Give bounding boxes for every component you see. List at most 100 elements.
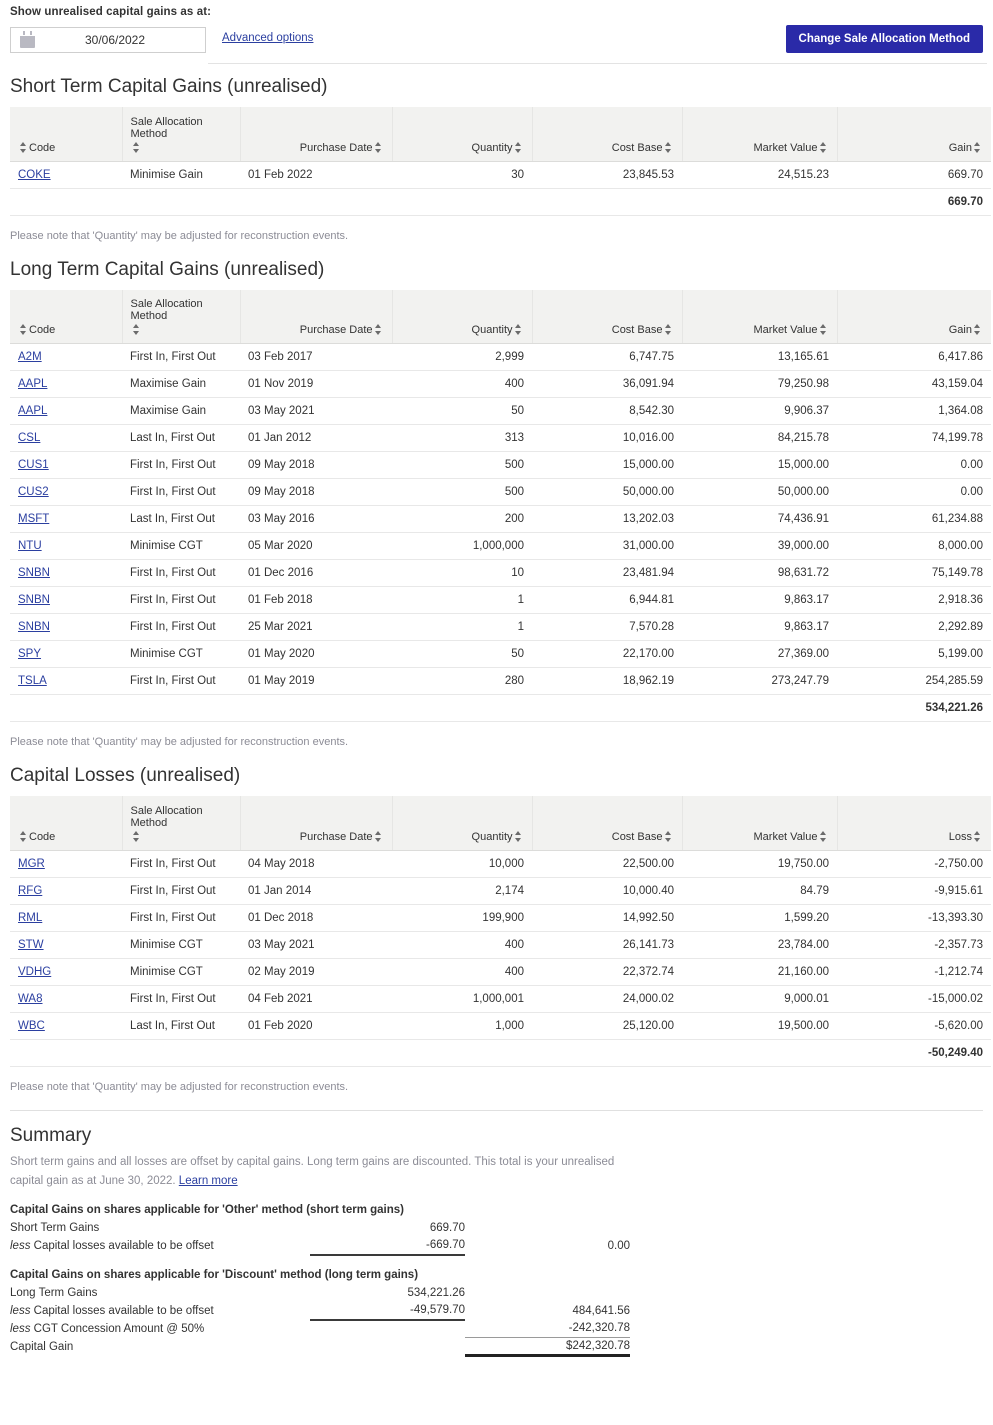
column-header-sale-allocation-method[interactable]: Sale Allocation Method — [122, 796, 240, 850]
code-link[interactable]: CSL — [18, 432, 40, 444]
column-header-cost-base[interactable]: Cost Base — [532, 796, 682, 850]
column-label-market-value: Market Value — [754, 142, 818, 154]
code-link[interactable]: CUS2 — [18, 486, 49, 498]
summary-row-value-1 — [310, 1320, 465, 1338]
column-label-code: Code — [29, 142, 55, 154]
code-link[interactable]: SPY — [18, 648, 41, 660]
cell-cost-base: 22,170.00 — [532, 641, 682, 668]
cell-method: First In, First Out — [122, 479, 240, 506]
code-link[interactable]: SNBN — [18, 567, 50, 579]
column-header-sale-allocation-method[interactable]: Sale Allocation Method — [122, 290, 240, 344]
cell-method: Last In, First Out — [122, 506, 240, 533]
code-link[interactable]: RML — [18, 912, 42, 924]
cell-market-value: 84.79 — [682, 877, 837, 904]
table-row: COKEMinimise Gain01 Feb 20223023,845.532… — [10, 161, 991, 188]
change-sale-allocation-method-button[interactable]: Change Sale Allocation Method — [786, 25, 983, 53]
summary-row-value-1: 669.70 — [310, 1219, 465, 1237]
column-header-purchase-date[interactable]: Purchase Date — [240, 290, 392, 344]
column-header-gain[interactable]: Gain — [837, 107, 991, 161]
code-link[interactable]: WA8 — [18, 993, 43, 1005]
table-row: SNBNFirst In, First Out25 Mar 202117,570… — [10, 614, 991, 641]
long-term-table-body: A2MFirst In, First Out03 Feb 20172,9996,… — [10, 344, 991, 722]
code-link[interactable]: VDHG — [18, 966, 51, 978]
sort-icon — [20, 142, 27, 153]
code-link[interactable]: RFG — [18, 885, 42, 897]
column-label-quantity: Quantity — [472, 142, 513, 154]
column-header-code[interactable]: Code — [10, 107, 122, 161]
code-link[interactable]: STW — [18, 939, 44, 951]
column-header-purchase-date[interactable]: Purchase Date — [240, 796, 392, 850]
cell-purchase-date: 02 May 2019 — [240, 958, 392, 985]
cell-cost-base: 26,141.73 — [532, 931, 682, 958]
column-header-market-value[interactable]: Market Value — [682, 290, 837, 344]
discount-method-table: Long Term Gains534,221.26less Capital lo… — [10, 1284, 630, 1358]
column-header-quantity[interactable]: Quantity — [392, 796, 532, 850]
cell-method: First In, First Out — [122, 452, 240, 479]
cell-market-value: 9,000.01 — [682, 985, 837, 1012]
cell-purchase-date: 01 Feb 2022 — [240, 161, 392, 188]
cell-code: WA8 — [10, 985, 122, 1012]
learn-more-link[interactable]: Learn more — [179, 1175, 238, 1187]
as-at-date-input[interactable]: 30/06/2022 — [10, 27, 206, 53]
cell-cost-base: 8,542.30 — [532, 398, 682, 425]
table-row: VDHGMinimise CGT02 May 201940022,372.742… — [10, 958, 991, 985]
topbar-divider — [208, 63, 987, 64]
cell-cost-base: 14,992.50 — [532, 904, 682, 931]
column-header-code[interactable]: Code — [10, 290, 122, 344]
cell-method: Maximise Gain — [122, 371, 240, 398]
cell-purchase-date: 03 Feb 2017 — [240, 344, 392, 371]
column-header-loss[interactable]: Loss — [837, 796, 991, 850]
cell-quantity: 400 — [392, 371, 532, 398]
cell-method: First In, First Out — [122, 587, 240, 614]
cell-quantity: 1,000,000 — [392, 533, 532, 560]
cell-code: SNBN — [10, 614, 122, 641]
code-link[interactable]: CUS1 — [18, 459, 49, 471]
cell-code: A2M — [10, 344, 122, 371]
summary-row-label: Long Term Gains — [10, 1284, 310, 1302]
code-link[interactable]: SNBN — [18, 621, 50, 633]
code-link[interactable]: NTU — [18, 540, 42, 552]
code-link[interactable]: A2M — [18, 351, 42, 363]
code-link[interactable]: AAPL — [18, 405, 47, 417]
code-link[interactable]: MSFT — [18, 513, 49, 525]
table-header-row: Code Sale Allocation Method Purchase Dat… — [10, 796, 991, 850]
summary-row-value-2 — [465, 1219, 630, 1237]
total-value: -50,249.40 — [837, 1039, 991, 1066]
column-header-market-value[interactable]: Market Value — [682, 796, 837, 850]
cell-market-value: 1,599.20 — [682, 904, 837, 931]
column-header-cost-base[interactable]: Cost Base — [532, 290, 682, 344]
code-link[interactable]: COKE — [18, 169, 51, 181]
column-header-sale-allocation-method[interactable]: Sale Allocation Method — [122, 107, 240, 161]
code-link[interactable]: TSLA — [18, 675, 47, 687]
advanced-options-link[interactable]: Advanced options — [222, 32, 313, 44]
top-control-bar: Show unrealised capital gains as at: 30/… — [6, 0, 987, 68]
column-header-gain[interactable]: Gain — [837, 290, 991, 344]
cell-market-value: 79,250.98 — [682, 371, 837, 398]
column-header-purchase-date[interactable]: Purchase Date — [240, 107, 392, 161]
column-header-quantity[interactable]: Quantity — [392, 290, 532, 344]
summary-row-value-2: -242,320.78 — [465, 1320, 630, 1338]
cell-gain: 669.70 — [837, 161, 991, 188]
total-spacer — [10, 1039, 837, 1066]
cell-market-value: 27,369.00 — [682, 641, 837, 668]
column-header-cost-base[interactable]: Cost Base — [532, 107, 682, 161]
column-header-quantity[interactable]: Quantity — [392, 107, 532, 161]
cell-code: VDHG — [10, 958, 122, 985]
code-link[interactable]: WBC — [18, 1020, 45, 1032]
cell-quantity: 10,000 — [392, 850, 532, 877]
long-term-table: Code Sale Allocation Method Purchase Dat… — [10, 290, 991, 723]
cell-purchase-date: 03 May 2021 — [240, 931, 392, 958]
column-header-market-value[interactable]: Market Value — [682, 107, 837, 161]
code-link[interactable]: AAPL — [18, 378, 47, 390]
total-spacer — [10, 188, 837, 215]
code-link[interactable]: SNBN — [18, 594, 50, 606]
summary-other-method-block: Capital Gains on shares applicable for '… — [10, 1204, 987, 1256]
cell-market-value: 9,863.17 — [682, 587, 837, 614]
summary-row-value-1: -669.70 — [310, 1237, 465, 1255]
column-header-code[interactable]: Code — [10, 796, 122, 850]
cell-gain: 75,149.78 — [837, 560, 991, 587]
cell-cost-base: 15,000.00 — [532, 452, 682, 479]
code-link[interactable]: MGR — [18, 858, 45, 870]
cell-market-value: 39,000.00 — [682, 533, 837, 560]
cell-method: First In, First Out — [122, 877, 240, 904]
